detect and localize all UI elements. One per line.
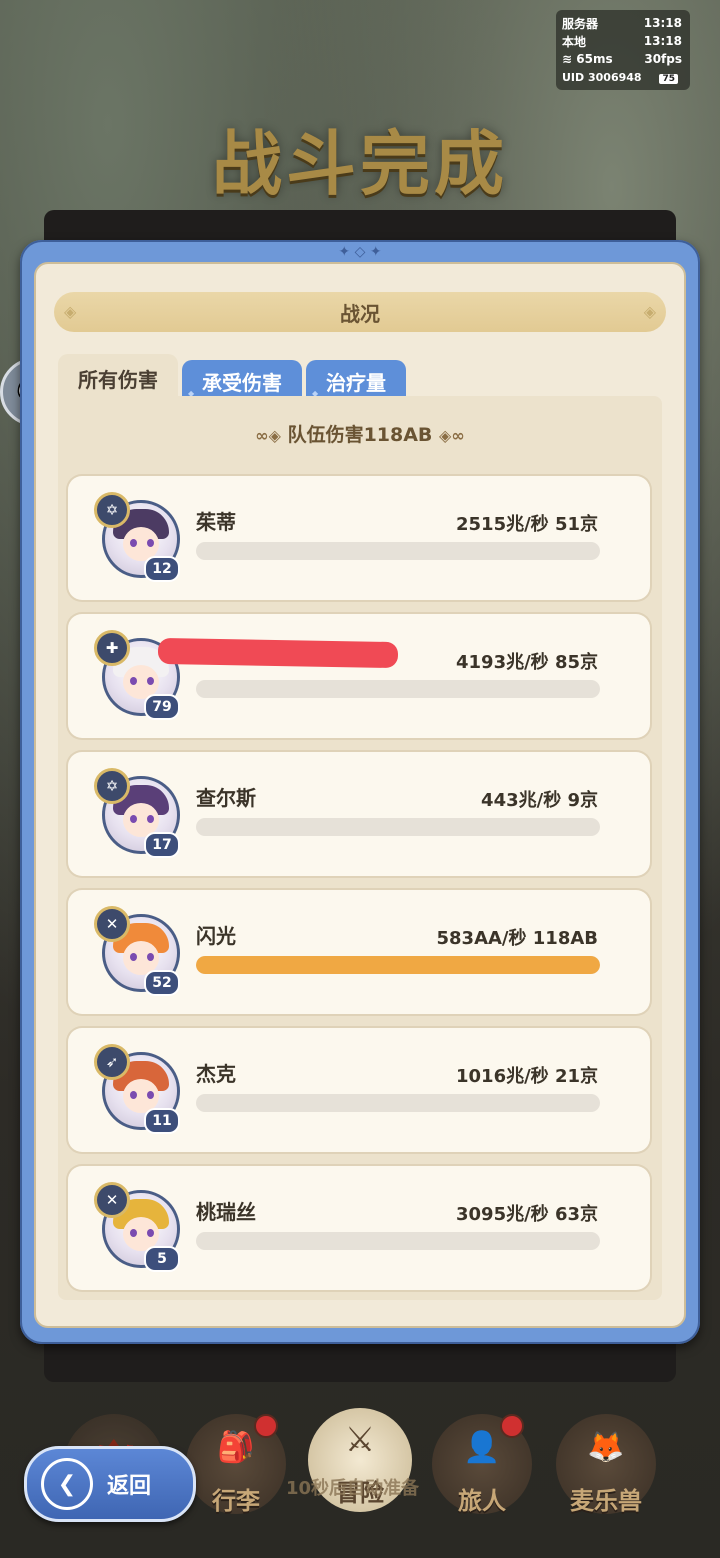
bow-icon: ➶ (94, 1044, 130, 1080)
local-time: 13:18 (643, 34, 682, 48)
member-card[interactable]: ➶ 11 杰克 1016兆/秒 21京 (68, 1028, 650, 1152)
damage-share-fill (196, 956, 600, 974)
diamond-left-icon: ◈ (64, 302, 77, 321)
sword-icon: ✕ (94, 1182, 130, 1218)
nav-luggage[interactable]: 🎒 行李 (186, 1414, 286, 1515)
member-level: 12 (144, 556, 180, 582)
nav-label: 行李 (212, 1487, 260, 1515)
nav-pets[interactable]: 🦊 麦乐兽 (556, 1414, 656, 1515)
redaction-mark (157, 637, 399, 669)
result-backdrop-bottom (44, 1340, 676, 1382)
member-card[interactable]: ✚ 79 4193兆/秒 85京 (68, 614, 650, 738)
ping-value: 65ms (576, 52, 613, 66)
traveler-icon: 👤 (463, 1430, 501, 1465)
panel-header: ◈ 战况 ◈ (54, 292, 666, 332)
team-damage-label: 队伍伤害118AB (287, 424, 433, 446)
compass-icon: ✡ (94, 492, 130, 528)
member-damage-stat: 4193兆/秒 85京 (456, 652, 598, 673)
panel-header-label: 战况 (340, 301, 380, 326)
nav-label: 旅人 (458, 1487, 506, 1515)
back-label: 返回 (107, 1474, 152, 1499)
stat-tabs: 所有伤害 ◆ 承受伤害 ◆ 治疗量 (58, 354, 406, 402)
wifi-icon: ≋ (562, 52, 573, 66)
auto-ready-countdown: 10秒后自动准备 (286, 1478, 420, 1499)
damage-share-bar (196, 1232, 600, 1250)
back-button[interactable]: ❮ 返回 (24, 1446, 196, 1522)
panel-body: ◈ 战况 ◈ 所有伤害 ◆ 承受伤害 ◆ 治疗量 ∞◈ 队伍伤害118AB ◈∞ ✡… (34, 262, 686, 1328)
member-damage-stat: 3095兆/秒 63京 (456, 1204, 598, 1225)
member-name: 闪光 (196, 924, 236, 948)
member-name: 杰克 (196, 1062, 236, 1086)
member-card[interactable]: ✡ 17 查尔斯 443兆/秒 9京 (68, 752, 650, 876)
member-level: 79 (144, 694, 180, 720)
member-level: 11 (144, 1108, 180, 1134)
member-damage-stat: 2515兆/秒 51京 (456, 514, 598, 535)
tab-all-damage[interactable]: 所有伤害 (58, 354, 178, 402)
ornament-right-icon: ◈∞ (439, 426, 465, 445)
member-level: 17 (144, 832, 180, 858)
damage-share-bar (196, 956, 600, 974)
nav-label: 麦乐兽 (570, 1487, 642, 1515)
member-name: 茱蒂 (196, 510, 236, 534)
cross-icon: ✚ (94, 630, 130, 666)
stats-content: ∞◈ 队伍伤害118AB ◈∞ ✡ 12 茱蒂 2515兆/秒 51京 ✚ 79… (58, 396, 662, 1300)
pet-icon: 🦊 (587, 1430, 625, 1465)
battle-complete-title: 战斗完成 (212, 123, 508, 205)
back-arrow-icon: ❮ (41, 1458, 93, 1510)
local-label: 本地 (562, 34, 587, 49)
team-damage-total: ∞◈ 队伍伤害118AB ◈∞ (58, 420, 662, 447)
uid-value: UID 3006948 (562, 70, 642, 84)
sword-icon: ✕ (94, 906, 130, 942)
member-damage-stat: 583AA/秒 118AB (436, 928, 599, 949)
battery-icon: 75 (659, 73, 678, 84)
member-damage-stat: 1016兆/秒 21京 (456, 1066, 598, 1087)
diamond-right-icon: ◈ (643, 302, 656, 321)
tab-label: 承受伤害 (202, 370, 282, 395)
nav-traveler[interactable]: 👤 旅人 (432, 1414, 532, 1515)
damage-share-bar (196, 1094, 600, 1112)
crossed-swords-icon: ⚔ (344, 1420, 376, 1460)
server-time: 13:18 (643, 16, 682, 30)
damage-share-bar (196, 680, 600, 698)
damage-share-bar (196, 818, 600, 836)
server-label: 服务器 (562, 16, 599, 31)
member-card[interactable]: ✕ 52 闪光 583AA/秒 118AB (68, 890, 650, 1014)
compass-icon: ✡ (94, 768, 130, 804)
member-name: 桃瑞丝 (196, 1200, 256, 1224)
member-level: 5 (144, 1246, 180, 1272)
ornament-left-icon: ∞◈ (255, 426, 281, 445)
damage-share-bar (196, 542, 600, 560)
status-overlay: 服务器 13:18 本地 13:18 ≋ 65ms 30fps UID 3006948… (556, 10, 690, 90)
luggage-icon: 🎒 (217, 1430, 255, 1465)
member-level: 52 (144, 970, 180, 996)
member-card[interactable]: ✡ 12 茱蒂 2515兆/秒 51京 (68, 476, 650, 600)
panel-ornament-icon: ✦ ◇ ✦ (338, 244, 382, 260)
member-card[interactable]: ✕ 5 桃瑞丝 3095兆/秒 63京 (68, 1166, 650, 1290)
member-damage-stat: 443兆/秒 9京 (481, 790, 598, 811)
tab-label: 所有伤害 (78, 367, 158, 392)
fps-value: 30fps (644, 52, 682, 66)
member-name: 查尔斯 (196, 786, 256, 810)
tab-label: 治疗量 (326, 370, 386, 395)
battle-stats-panel: ✦ ◇ ✦ ◈ 战况 ◈ 所有伤害 ◆ 承受伤害 ◆ 治疗量 ∞◈ 队伍伤害118A… (20, 240, 700, 1344)
